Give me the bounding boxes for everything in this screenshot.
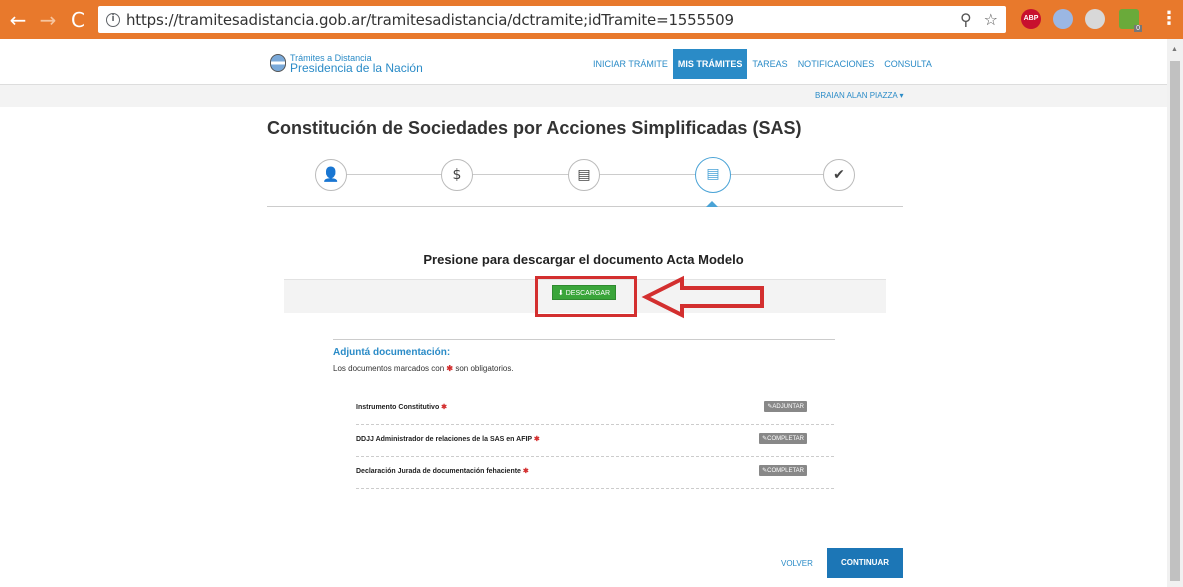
adblock-extension-icon[interactable]: ABP bbox=[1021, 9, 1041, 29]
scrollbar[interactable]: ▲ bbox=[1167, 39, 1183, 587]
page-title: Constitución de Sociedades por Acciones … bbox=[267, 118, 802, 138]
user-bar: BRAIAN ALAN PIAZZA ▾ bbox=[0, 85, 1167, 107]
nav-iniciar-tramite[interactable]: INICIAR TRÁMITE bbox=[588, 54, 673, 74]
info-icon[interactable]: i bbox=[106, 12, 120, 27]
docs-note-text: son obligatorios. bbox=[455, 364, 514, 373]
required-star-icon: ✱ bbox=[522, 468, 529, 475]
site-header: Trámites a Distancia Presidencia de la N… bbox=[0, 39, 1167, 85]
browser-menu-icon[interactable]: ⋮ bbox=[1160, 8, 1178, 29]
active-step-indicator bbox=[706, 201, 718, 207]
address-bar[interactable]: i https://tramitesadistancia.gob.ar/tram… bbox=[98, 6, 1006, 33]
adjuntar-button[interactable]: ✎ADJUNTAR bbox=[764, 401, 807, 412]
extension-icon[interactable] bbox=[1053, 9, 1073, 29]
logo-title: Presidencia de la Nación bbox=[290, 61, 423, 75]
red-arrow-annotation bbox=[641, 275, 764, 319]
back-button[interactable]: VOLVER bbox=[781, 559, 813, 568]
divider bbox=[267, 206, 903, 207]
step-check-icon[interactable]: ✔ bbox=[823, 159, 855, 191]
document-label: Declaración Jurada de documentación feha… bbox=[356, 468, 529, 475]
reload-icon[interactable]: C bbox=[66, 8, 90, 32]
scroll-thumb[interactable] bbox=[1170, 61, 1180, 581]
completar-button[interactable]: ✎COMPLETAR bbox=[759, 433, 807, 444]
step-form-active-icon[interactable]: ▤ bbox=[695, 157, 731, 193]
document-label: DDJJ Administrador de relaciones de la S… bbox=[356, 436, 540, 443]
nav-mis-tramites[interactable]: MIS TRÁMITES bbox=[672, 49, 748, 79]
url-text[interactable]: https://tramitesadistancia.gob.ar/tramit… bbox=[126, 11, 734, 29]
document-row: DDJJ Administrador de relaciones de la S… bbox=[356, 425, 834, 457]
document-row: Instrumento Constitutivo ✱ ✎ADJUNTAR bbox=[356, 393, 834, 425]
docs-section-title: Adjuntá documentación: bbox=[333, 347, 451, 358]
step-dollar-icon[interactable]: $ bbox=[441, 159, 473, 191]
site-logo[interactable]: Trámites a Distancia Presidencia de la N… bbox=[270, 53, 423, 75]
document-row: Declaración Jurada de documentación feha… bbox=[356, 457, 834, 489]
required-star-icon: ✱ bbox=[533, 436, 540, 443]
continue-button[interactable]: CONTINUAR bbox=[827, 548, 903, 578]
extension-icon[interactable] bbox=[1085, 9, 1105, 29]
back-icon[interactable]: ← bbox=[6, 8, 30, 32]
download-title: Presione para descargar el documento Act… bbox=[423, 252, 744, 267]
nav-notificaciones[interactable]: NOTIFICACIONES bbox=[793, 54, 880, 74]
top-nav: INICIAR TRÁMITE MIS TRÁMITES TAREAS NOTI… bbox=[588, 49, 937, 79]
nav-tareas[interactable]: TAREAS bbox=[747, 54, 792, 74]
nav-consulta[interactable]: CONSULTA bbox=[879, 54, 937, 74]
scroll-up-icon[interactable]: ▲ bbox=[1171, 46, 1178, 53]
star-icon[interactable]: ☆ bbox=[984, 10, 998, 29]
divider bbox=[333, 339, 835, 340]
extension-badge: 0 bbox=[1134, 25, 1142, 32]
step-progress: 👤 $ ▤ ▤ ✔ bbox=[267, 155, 903, 207]
extension-icon[interactable]: 0 bbox=[1119, 9, 1142, 32]
zoom-icon[interactable]: ⚲ bbox=[960, 10, 972, 29]
document-label: Instrumento Constitutivo ✱ bbox=[356, 404, 448, 411]
forward-icon[interactable]: → bbox=[36, 8, 60, 32]
user-menu[interactable]: BRAIAN ALAN PIAZZA ▾ bbox=[815, 91, 904, 100]
completar-button[interactable]: ✎COMPLETAR bbox=[759, 465, 807, 476]
coat-of-arms-icon bbox=[270, 54, 286, 72]
docs-note: Los documentos marcados con ✱ son obliga… bbox=[333, 364, 514, 373]
download-highlight-box bbox=[535, 276, 637, 317]
required-star-icon: ✱ bbox=[446, 364, 454, 373]
required-star-icon: ✱ bbox=[441, 404, 448, 411]
step-user-icon[interactable]: 👤 bbox=[315, 159, 347, 191]
step-form-icon[interactable]: ▤ bbox=[568, 159, 600, 191]
docs-note-text: Los documentos marcados con bbox=[333, 364, 445, 373]
